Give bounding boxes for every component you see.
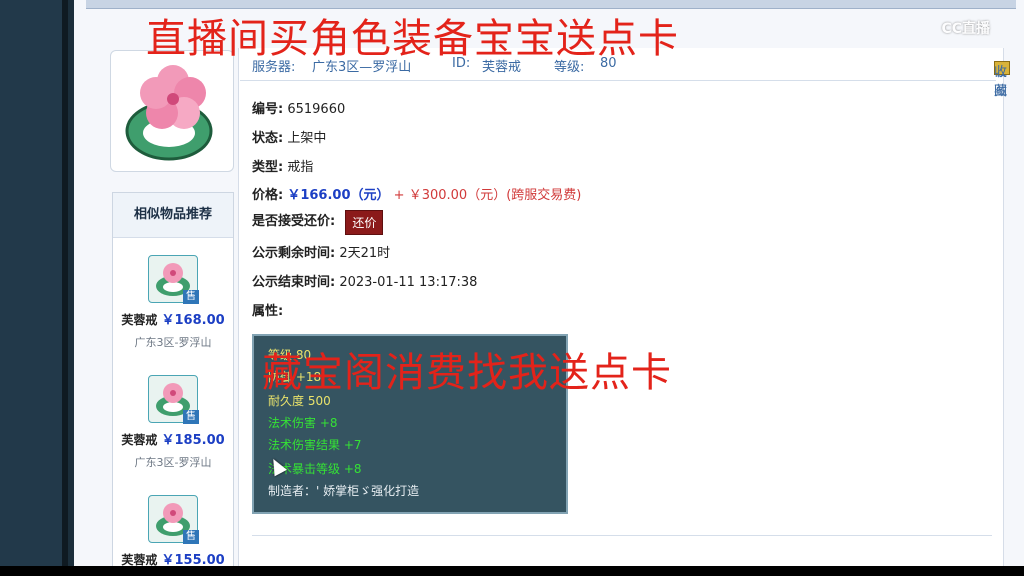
fee-value: ￥300.00（元）(跨服交易费) (408, 188, 582, 203)
end-time-value: 2023-01-11 13:17:38 (339, 275, 478, 290)
similar-item-price: ￥185.00 (161, 433, 225, 448)
tooltip-magic-result: 法术伤害结果 +7 (268, 438, 362, 452)
similar-item[interactable]: 售 芙蓉戒 ￥168.00 广东3区-罗浮山 (113, 255, 233, 350)
tooltip-maker: 制造者：' 娇掌柜ゞ强化打造 (268, 484, 420, 498)
divider (252, 535, 992, 536)
type-value: 戒指 (287, 160, 314, 175)
price-row: 价格: ￥166.00（元） + ￥300.00（元）(跨服交易费) (252, 184, 581, 203)
remain-row: 公示剩余时间: 2天21时 (252, 242, 390, 261)
overlay-mid-text: 藏宝阁消费找我送点卡 (262, 350, 672, 396)
bottom-bar (0, 566, 1024, 576)
similar-header: 相似物品推荐 (113, 193, 233, 238)
remain-label: 公示剩余时间: (252, 246, 336, 261)
video-frame: 服务器: 广东3区—罗浮山 ID: 芙蓉戒 等级: 80 截图 收藏 编号: 6… (0, 0, 1024, 574)
ring-thumb-icon: 售 (148, 375, 199, 424)
status-label: 状态: (252, 131, 284, 146)
similar-items-panel: 相似物品推荐 售 芙蓉戒 ￥168.00 广东3区-罗浮山 售 芙蓉戒 ￥185… (112, 192, 234, 574)
left-panel (0, 0, 68, 566)
similar-item-name: 芙蓉戒 ￥168.00 (121, 313, 225, 328)
number-row: 编号: 6519660 (252, 98, 345, 117)
similar-item-server: 广东3区-罗浮山 (134, 336, 212, 349)
type-row: 类型: 戒指 (252, 156, 313, 175)
end-time-row: 公示结束时间: 2023-01-11 13:17:38 (252, 271, 477, 290)
ring-thumb-icon: 售 (148, 495, 199, 544)
sale-tag: 售 (183, 290, 199, 304)
status-value: 上架中 (287, 131, 327, 146)
tooltip-magic-damage: 法术伤害 +8 (268, 416, 338, 430)
end-time-label: 公示结束时间: (252, 275, 336, 290)
haggle-button[interactable]: 还价 (345, 210, 384, 235)
similar-item-server: 广东3区-罗浮山 (134, 456, 212, 469)
type-label: 类型: (252, 160, 284, 175)
haggle-row: 是否接受还价: 还价 (252, 210, 384, 235)
item-image (110, 50, 234, 172)
price-label: 价格: (252, 188, 284, 203)
watermark-logo: CC直播 (941, 21, 990, 37)
status-row: 状态: 上架中 (252, 127, 326, 146)
overlay-top-text: 直播间买角色装备宝宝送点卡 (146, 16, 679, 62)
similar-item-price: ￥168.00 (161, 313, 225, 328)
ring-icon (125, 65, 213, 161)
haggle-label: 是否接受还价: (252, 214, 336, 229)
sale-tag: 售 (183, 530, 199, 544)
sale-tag: 售 (183, 410, 199, 424)
attr-label: 属性: (252, 304, 284, 319)
number-label: 编号: (252, 102, 284, 117)
price-plus: + (393, 188, 405, 203)
remain-value: 2天21时 (339, 246, 391, 261)
similar-item[interactable]: 售 芙蓉戒 ￥155.00 (113, 495, 233, 574)
attr-row: 属性: (252, 300, 283, 319)
similar-item[interactable]: 售 芙蓉戒 ￥185.00 广东3区-罗浮山 (113, 375, 233, 470)
price-value: ￥166.00（元） (287, 188, 390, 203)
number-value: 6519660 (287, 102, 346, 117)
ring-thumb-icon: 售 (148, 255, 199, 304)
similar-item-name: 芙蓉戒 ￥185.00 (121, 433, 225, 448)
